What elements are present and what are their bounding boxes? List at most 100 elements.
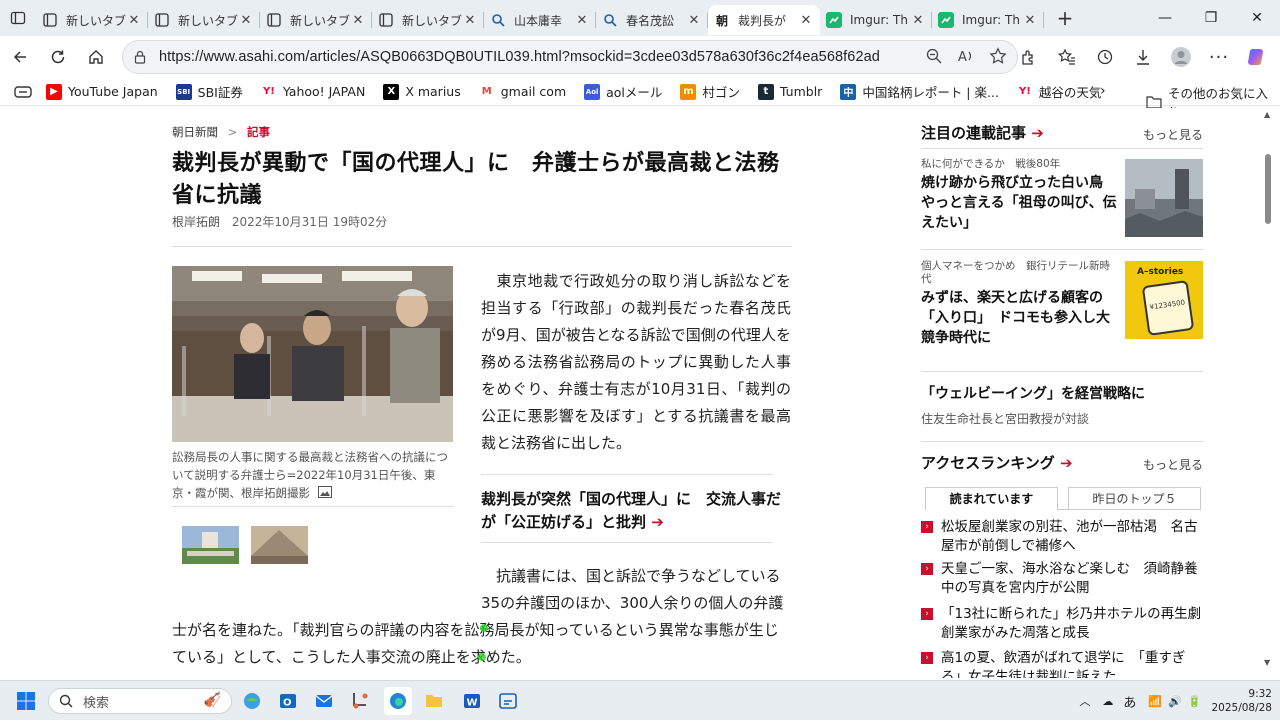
- series-section-title[interactable]: 注目の連載記事 ➔: [921, 122, 1044, 143]
- tab-close-icon[interactable]: ✕: [574, 13, 590, 28]
- close-window-button[interactable]: ✕: [1234, 0, 1280, 36]
- browser-tab[interactable]: 山本庸幸 ✕: [484, 5, 596, 35]
- wifi-icon[interactable]: 📶: [1148, 695, 1162, 708]
- card-image[interactable]: [1125, 159, 1203, 237]
- browser-tab[interactable]: 朝裁判長が ✕: [708, 5, 820, 35]
- downloads-icon[interactable]: [1124, 39, 1162, 75]
- ranking-section-title[interactable]: アクセスランキング ➔: [921, 452, 1073, 473]
- workspaces-icon[interactable]: [0, 0, 36, 36]
- scroll-up-icon[interactable]: ▲: [1264, 110, 1270, 119]
- favorite-star-icon[interactable]: [989, 47, 1007, 65]
- more-link[interactable]: もっと見る: [1143, 126, 1203, 143]
- bookmark-item[interactable]: Y! 越谷の天気: [1017, 82, 1101, 101]
- bookmark-item[interactable]: SBI SBI証券: [175, 82, 243, 101]
- card-image[interactable]: A–stories ¥1234500: [1125, 261, 1203, 339]
- scroll-down-icon[interactable]: ▼: [1264, 658, 1270, 667]
- tab-close-icon[interactable]: ✕: [350, 13, 366, 28]
- tab-close-icon[interactable]: ✕: [462, 13, 478, 28]
- extensions-icon[interactable]: [1010, 39, 1048, 75]
- word-icon[interactable]: W: [458, 687, 486, 715]
- thumbnail-image[interactable]: [182, 526, 239, 564]
- bookmark-item[interactable]: Y! Yahoo! JAPAN: [261, 84, 365, 100]
- series-title-text[interactable]: 注目の連載記事: [921, 124, 1026, 142]
- tab-most-read[interactable]: 読まれています: [925, 487, 1058, 511]
- gallery-icon[interactable]: [317, 485, 332, 503]
- clock[interactable]: 9:32 2025/08/28: [1211, 687, 1272, 715]
- ranking-item[interactable]: › 天皇ご一家、海水浴など楽しむ 須崎静養中の写真を宮内庁が公開: [921, 560, 1203, 598]
- tab-close-icon[interactable]: ✕: [798, 13, 814, 28]
- bookmark-item[interactable]: Mgmail com: [479, 84, 566, 100]
- minimize-button[interactable]: —: [1142, 0, 1188, 36]
- bookmark-item[interactable]: Aol aolメール: [584, 82, 662, 101]
- file-explorer-icon[interactable]: [420, 687, 448, 715]
- more-menu-icon[interactable]: ···: [1200, 39, 1238, 75]
- restore-button[interactable]: ❐: [1188, 0, 1234, 36]
- taskbar-search[interactable]: 検索 🎻: [48, 688, 232, 714]
- ranking-item-title[interactable]: 松坂屋創業家の別荘、池が一部枯渇 名古屋市が前倒しで補修へ: [941, 518, 1203, 556]
- refresh-button[interactable]: [40, 39, 76, 75]
- ranking-item[interactable]: › 松坂屋創業家の別荘、池が一部枯渇 名古屋市が前倒しで補修へ: [921, 518, 1203, 556]
- card-title[interactable]: 「ウェルビーイング」を経営戦略に: [921, 384, 1203, 404]
- browser-tab[interactable]: 春名茂訟 ✕: [596, 5, 708, 35]
- bookmarks-overflow-chevron-icon[interactable]: ›: [1100, 83, 1106, 99]
- scroll-thumb[interactable]: [1265, 154, 1271, 224]
- app-icon[interactable]: [494, 687, 522, 715]
- article-photo[interactable]: [172, 266, 453, 442]
- author-name[interactable]: 根岸拓朗: [172, 215, 220, 229]
- ranking-item-title[interactable]: 天皇ご一家、海水浴など楽しむ 須崎静養中の写真を宮内庁が公開: [941, 560, 1203, 598]
- bookmark-item[interactable]: 中中国銘柄レポート | 楽...: [840, 82, 999, 101]
- browser-tab[interactable]: 新しいタブ ✕: [372, 5, 484, 35]
- battery-icon[interactable]: 🔋: [1188, 695, 1202, 708]
- breadcrumb-home[interactable]: 朝日新聞: [172, 125, 218, 139]
- copilot-icon[interactable]: [1238, 39, 1276, 75]
- tab-close-icon[interactable]: ✕: [1022, 13, 1038, 28]
- ranking-item[interactable]: › 「13社に断られた」杉乃井ホテルの再生劇 創業家がみた凋落と成長: [921, 605, 1215, 643]
- browser-tab[interactable]: 新しいタブ ✕: [148, 5, 260, 35]
- new-tab-button[interactable]: +: [1050, 3, 1080, 33]
- favorites-icon[interactable]: [1048, 39, 1086, 75]
- tray-overflow-chevron-icon[interactable]: ︿: [1079, 693, 1090, 709]
- bookmark-item[interactable]: t Tumblr: [757, 83, 822, 100]
- browser-tab[interactable]: 新しいタブ ✕: [36, 5, 148, 35]
- zoom-icon[interactable]: [925, 47, 943, 65]
- address-bar[interactable]: https://www.asahi.com/articles/ASQB0663D…: [122, 40, 1018, 74]
- related-article-link[interactable]: 裁判長が突然「国の代理人」に 交流人事だが「公正妨げる」と批判 ➔: [481, 488, 781, 534]
- onedrive-icon[interactable]: ☁: [1102, 695, 1113, 708]
- card-title[interactable]: 焼け跡から飛び立った白い鳥 やっと言える「祖母の叫び、伝えたい」: [921, 173, 1117, 233]
- sidebar-toggle-icon[interactable]: [0, 85, 46, 98]
- tab-close-icon[interactable]: ✕: [238, 13, 254, 28]
- page-scrollbar[interactable]: ▲ ▼: [1262, 108, 1274, 678]
- outlook-icon[interactable]: O: [274, 687, 302, 715]
- ranking-item[interactable]: › 高1の夏、飲酒がばれて退学に 「重すぎる」女子生徒は裁判に訴えた: [921, 649, 1203, 678]
- edge-icon[interactable]: [384, 687, 412, 715]
- tab-yesterday-top5[interactable]: 昨日のトップ５: [1068, 487, 1201, 510]
- volume-icon[interactable]: 🔊: [1168, 695, 1182, 708]
- home-button[interactable]: [78, 39, 114, 75]
- browser-tab[interactable]: Imgur: Th ✕: [820, 5, 932, 35]
- snipping-tool-icon[interactable]: [346, 687, 374, 715]
- mail-icon[interactable]: [310, 687, 338, 715]
- tab-close-icon[interactable]: ✕: [910, 13, 926, 28]
- ranking-more-link[interactable]: もっと見る: [1143, 456, 1203, 473]
- related-article-title[interactable]: 裁判長が突然「国の代理人」に 交流人事だが「公正妨げる」と批判: [481, 490, 781, 531]
- widgets-icon[interactable]: [238, 687, 266, 715]
- back-button[interactable]: [2, 39, 38, 75]
- windows-start-icon[interactable]: [12, 687, 40, 715]
- ranking-item-title[interactable]: 高1の夏、飲酒がばれて退学に 「重すぎる」女子生徒は裁判に訴えた: [941, 649, 1203, 678]
- browser-tab[interactable]: 新しいタブ ✕: [260, 5, 372, 35]
- ranking-item-title[interactable]: 「13社に断られた」杉乃井ホテルの再生劇 創業家がみた凋落と成長: [941, 605, 1215, 643]
- series-card[interactable]: 「ウェルビーイング」を経営戦略に 住友生命社長と宮田教授が対談: [921, 382, 1203, 427]
- ranking-title-text[interactable]: アクセスランキング: [921, 454, 1055, 472]
- lock-icon[interactable]: [133, 50, 147, 64]
- tab-close-icon[interactable]: ✕: [126, 13, 142, 28]
- series-card[interactable]: 私に何ができるか 戦後80年 焼け跡から飛び立った白い鳥 やっと言える「祖母の叫…: [921, 158, 1203, 237]
- series-card[interactable]: 個人マネーをつかめ 銀行リテール新時代 みずほ、楽天と広げる顧客の「入り口」 ド…: [921, 260, 1203, 348]
- tab-close-icon[interactable]: ✕: [686, 13, 702, 28]
- history-icon[interactable]: [1086, 39, 1124, 75]
- bookmark-item[interactable]: m 村ゴン: [680, 82, 740, 101]
- browser-tab[interactable]: Imgur: Th ✕: [932, 5, 1044, 35]
- read-aloud-icon[interactable]: A: [957, 47, 975, 65]
- bookmark-item[interactable]: X X marius: [383, 83, 461, 100]
- bookmark-item[interactable]: ▶ YouTube Japan: [46, 83, 158, 100]
- ime-indicator[interactable]: あ: [1123, 692, 1136, 711]
